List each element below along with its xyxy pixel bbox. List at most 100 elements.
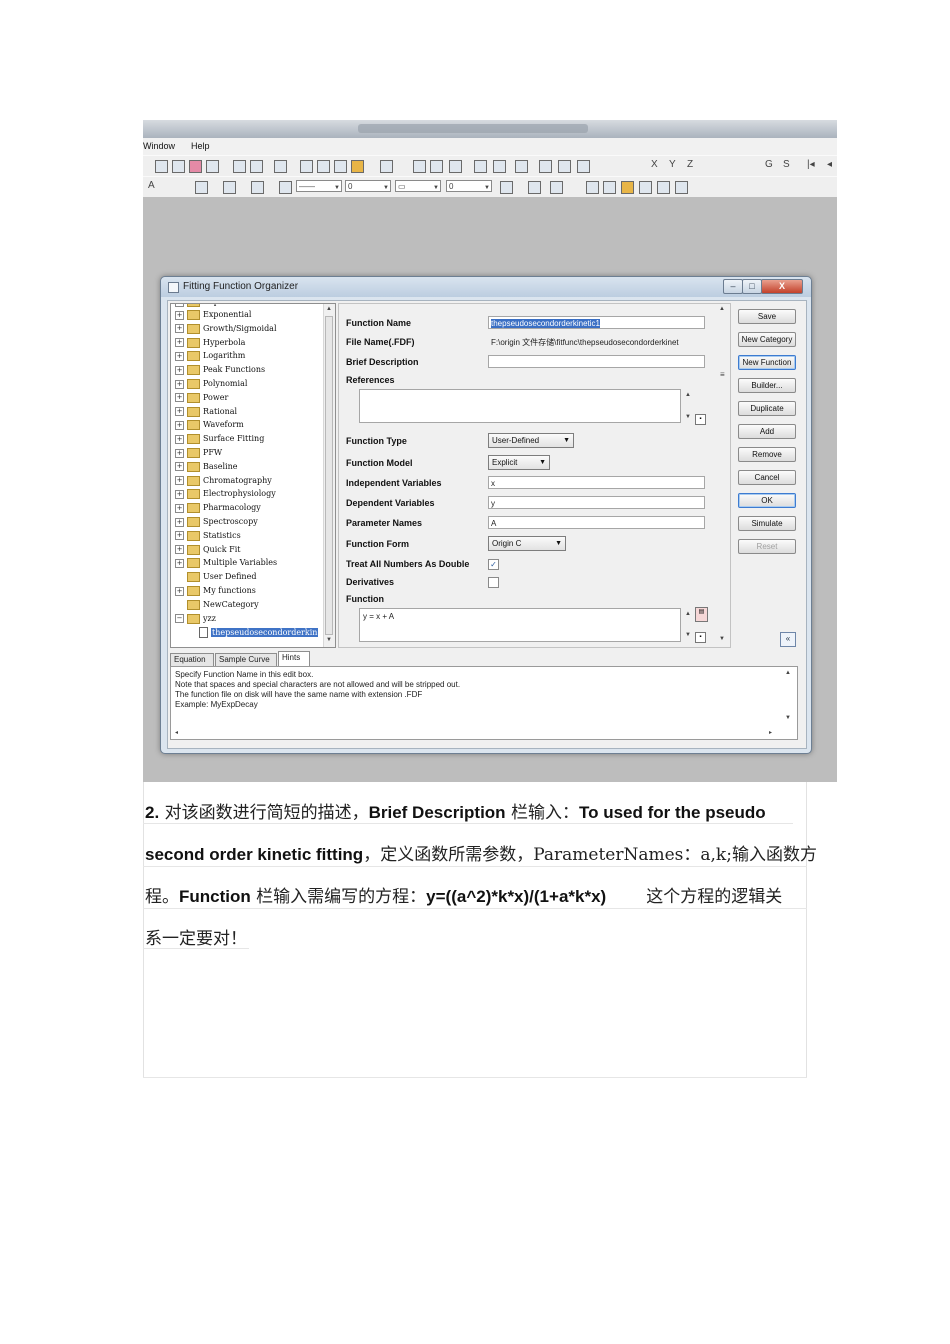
tree-scroll-thumb[interactable] [325,316,333,635]
remove-button[interactable]: Remove [738,447,796,462]
tree-item[interactable]: User Defined [175,572,256,584]
tree-item[interactable]: + Polynomial [175,379,247,391]
tree-item[interactable]: NewCategory [175,599,259,612]
derivatives-checkbox[interactable] [488,577,499,588]
expander-icon[interactable]: + [175,558,184,568]
close-button[interactable]: X [761,279,803,294]
front-icon[interactable] [603,181,616,194]
tree-item[interactable]: + Peak Functions [175,365,265,377]
plot-column-icon[interactable] [493,160,506,173]
expander-icon[interactable]: + [175,393,184,403]
data-reader-icon[interactable] [577,160,590,173]
tree-item[interactable]: − yzz [175,613,216,626]
expander-icon[interactable]: + [175,448,184,458]
form-scroll-down-icon[interactable]: ▼ [719,636,725,642]
tree-item[interactable]: + Growth/Sigmoidal [175,323,277,336]
tree-item[interactable]: + Power [175,392,228,405]
expander-icon[interactable]: + [175,531,184,541]
function-tree[interactable]: +Implicit ▲ ▼ + Exponential + Growth/Sigmoi… [170,303,336,648]
back-icon[interactable] [621,181,634,194]
form-scroll-grip-icon[interactable]: ≡ [720,370,725,379]
rescale-icon[interactable] [558,160,571,173]
arrange-icon[interactable] [586,181,599,194]
expander-icon[interactable]: + [175,351,184,361]
set-column-icon[interactable] [449,160,462,173]
tab-sample-curve[interactable]: Sample Curve [215,653,277,666]
new-layout-icon[interactable] [250,160,263,173]
tree-item[interactable]: + Hyperbola [175,337,245,350]
expander-icon[interactable]: + [175,476,184,486]
symbol-icon[interactable] [279,181,292,194]
expander-icon[interactable]: + [175,365,184,375]
z-axis-icon[interactable]: Z [687,159,693,170]
sort-icon[interactable] [413,160,426,173]
tab-hints[interactable]: Hints [278,651,310,666]
references-textarea[interactable] [359,389,681,423]
tree-item[interactable]: + Rational [175,406,237,419]
brief-description-input[interactable] [488,355,705,368]
dependent-variables-input[interactable]: y [488,496,705,509]
first-page-icon[interactable]: |◂ [807,159,815,170]
pattern-icon[interactable] [223,181,236,194]
function-name-input[interactable]: thepseudosecondorderkinetic1 [488,316,705,329]
tree-item[interactable]: + Logarithm [175,351,245,363]
tree-item[interactable]: + Spectroscopy [175,517,258,529]
treat-numbers-double-checkbox[interactable]: ✓ [488,559,499,570]
maximize-button[interactable]: □ [742,279,762,294]
expander-icon[interactable]: + [175,310,184,320]
function-scroll-down-icon[interactable]: ▼ [685,632,691,638]
new-function-button[interactable]: New Function [738,355,796,370]
expander-icon[interactable]: + [175,489,184,499]
hints-scroll-left-icon[interactable]: ◂ [175,729,178,736]
expander-icon[interactable]: + [175,407,184,417]
line-style-combo[interactable]: —— ▼ [296,180,342,192]
statistics-icon[interactable] [430,160,443,173]
tree-item[interactable]: + Electrophysiology [175,489,276,501]
line-color-icon[interactable] [251,181,264,194]
new-graph-icon[interactable] [189,160,202,173]
new-notes-icon[interactable] [233,160,246,173]
tree-item[interactable]: + Multiple Variables [175,558,277,570]
fill-color-icon[interactable] [195,181,208,194]
group-icon[interactable] [639,181,652,194]
line-width-combo[interactable]: 0 ▼ [345,180,391,192]
border-combo[interactable]: ▭ ▼ [395,180,441,192]
menu-help[interactable]: Help [191,141,210,151]
hints-scroll-down-icon[interactable]: ▼ [785,715,791,721]
function-expand-icon[interactable]: ▪ [695,632,706,643]
new-category-button[interactable]: New Category [738,332,796,347]
new-worksheet-icon[interactable] [172,160,185,173]
simulate-button[interactable]: Simulate [738,516,796,531]
cancel-button[interactable]: Cancel [738,470,796,485]
scroll-down-icon[interactable]: ▼ [326,637,332,643]
g-icon[interactable]: G [765,159,773,170]
zoom-icon[interactable] [539,160,552,173]
builder-button[interactable]: Builder... [738,378,796,393]
import-icon[interactable] [351,160,364,173]
tree-item[interactable]: + Statistics [175,530,241,543]
expander-icon[interactable]: + [175,434,184,444]
scroll-up-icon[interactable]: ▲ [326,306,332,312]
tree-item[interactable]: + Surface Fitting [175,434,264,446]
tree-scrollbar[interactable]: ▲ ▼ [323,304,335,647]
function-form-select[interactable]: Origin C ▼ [488,536,566,551]
project-explorer-icon[interactable] [274,160,287,173]
baseline-icon[interactable] [528,181,541,194]
print-icon[interactable] [155,160,168,173]
parameter-names-input[interactable]: A [488,516,705,529]
next-icon[interactable]: ◂ [827,159,832,170]
code-builder-icon[interactable]: ▤ [695,607,708,622]
add-column-icon[interactable] [380,160,393,173]
expander-icon[interactable]: + [175,503,184,513]
duplicate-button[interactable]: Duplicate [738,401,796,416]
form-scrollbar[interactable]: ▲ ≡ ▼ [718,306,728,645]
new-matrix-icon[interactable] [206,160,219,173]
references-expand-icon[interactable]: ▪ [695,414,706,425]
add-button[interactable]: Add [738,424,796,439]
expander-icon[interactable]: − [175,614,184,624]
references-scroll-up-icon[interactable]: ▲ [685,392,691,398]
command-window-icon[interactable] [317,160,330,173]
references-scroll-down-icon[interactable]: ▼ [685,414,691,420]
expander-icon[interactable]: + [175,379,184,389]
tree-item[interactable]: + PFW [175,448,222,460]
